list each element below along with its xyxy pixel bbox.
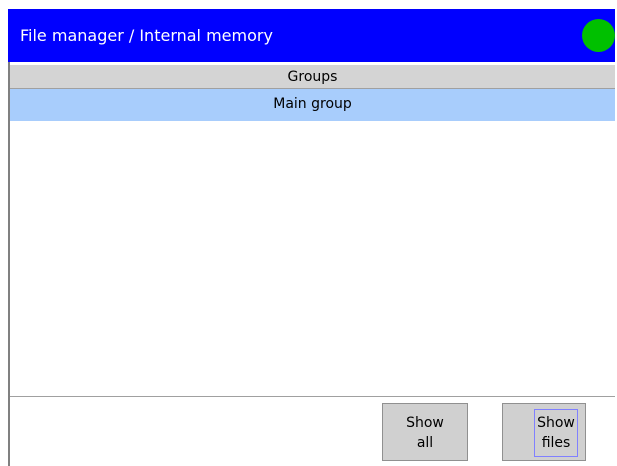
status-indicator-icon — [582, 19, 615, 52]
groups-column-header: Groups — [10, 65, 615, 89]
show-files-button-label: Show files — [534, 409, 578, 457]
show-files-button[interactable]: Show files — [502, 403, 586, 461]
show-files-line2: files — [541, 435, 571, 451]
show-all-line1: Show — [406, 415, 444, 431]
divider — [10, 396, 615, 397]
show-all-line2: all — [416, 435, 434, 451]
show-all-button-label: Show all — [383, 413, 467, 453]
show-files-line1: Show — [537, 415, 575, 431]
title-bar: File manager / Internal memory — [8, 9, 615, 62]
group-row-main[interactable]: Main group — [10, 89, 615, 121]
window-title: File manager / Internal memory — [20, 26, 273, 45]
show-all-button[interactable]: Show all — [382, 403, 468, 461]
groups-panel: Groups Main group Show all Show files — [8, 62, 615, 466]
